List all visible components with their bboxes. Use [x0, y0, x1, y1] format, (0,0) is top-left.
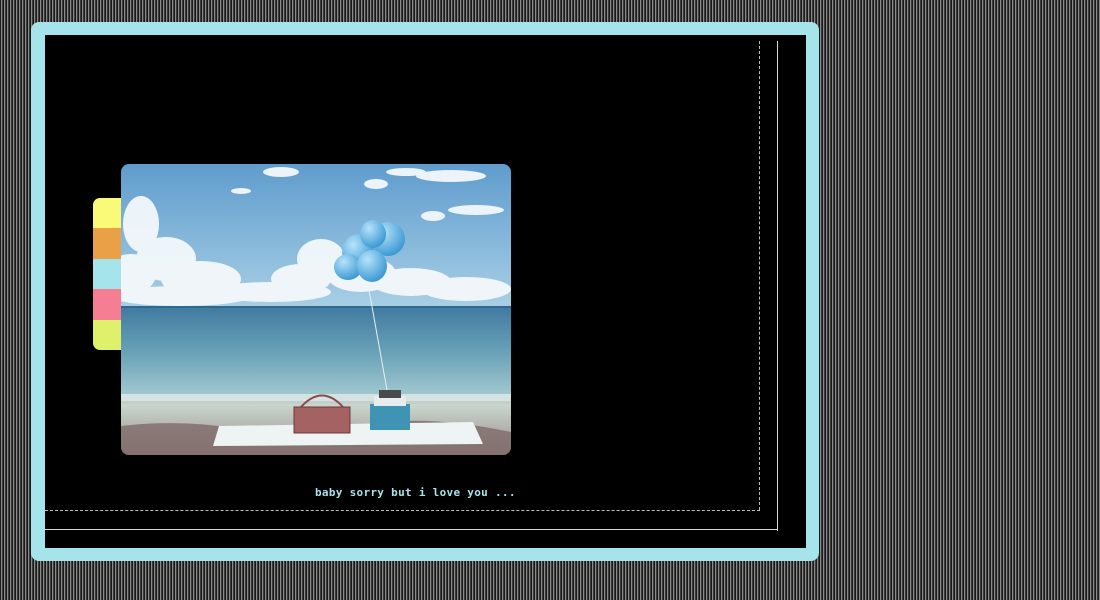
border-line-horizontal: [45, 529, 778, 530]
tab-yellow[interactable]: [93, 198, 123, 229]
caption-text: baby sorry but i love you ...: [315, 486, 516, 499]
border-line-vertical: [777, 41, 778, 531]
color-tab-strip: [93, 198, 123, 350]
tab-lime[interactable]: [93, 319, 123, 350]
dashed-guide-horizontal: [45, 510, 760, 511]
tab-pink[interactable]: [93, 289, 123, 320]
tab-orange[interactable]: [93, 228, 123, 259]
tab-cyan[interactable]: [93, 258, 123, 290]
beach-photo: [121, 164, 511, 455]
dashed-guide-vertical: [759, 41, 760, 510]
content-panel: baby sorry but i love you ...: [45, 35, 806, 548]
beach-photo-image: [121, 164, 511, 455]
outer-frame: baby sorry but i love you ...: [31, 22, 819, 561]
